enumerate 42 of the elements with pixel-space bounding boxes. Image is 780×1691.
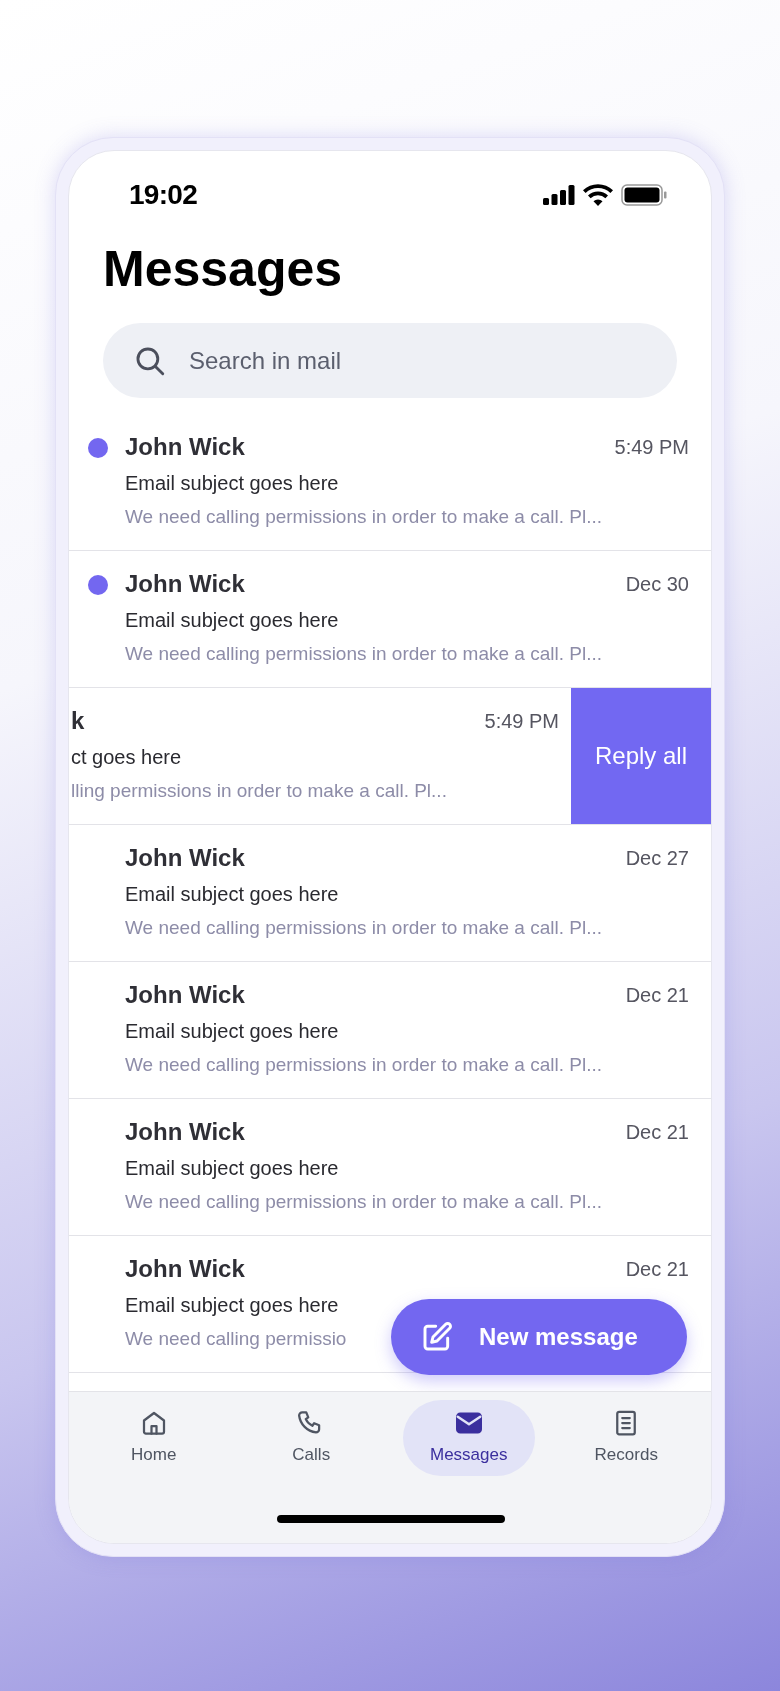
message-preview: We need calling permissio [125,1327,347,1351]
signal-icon [543,185,575,205]
message-subject: Email subject goes here [125,1156,340,1181]
search-field[interactable]: Search in mail [103,323,677,398]
message-time: Dec 21 [625,983,689,1008]
wifi-icon [583,184,613,206]
message-preview: We need calling permissions in order to make a call. Pl... [125,1190,602,1214]
nav-tab[interactable]: Calls [245,1400,378,1476]
status-time: 19:02 [129,178,198,212]
nav-tab[interactable]: Messages [402,1400,535,1476]
message-time: Dec 27 [625,846,689,871]
message-time: 5:49 PM [614,435,689,460]
message-preview: We need calling permissions in order to make a call. Pl... [125,642,602,666]
battery-icon [621,184,667,206]
message-time: Dec 30 [625,572,689,597]
new-message-button[interactable]: New message [391,1299,687,1375]
sender-name: John Wick [125,569,245,599]
search-input[interactable]: Search in mail [189,342,569,379]
message-subject: Email subject goes here [125,882,340,907]
sender-name: John Wick [125,432,245,462]
message-preview: lling permissions in order to make a call. Pl... [71,779,448,803]
message-subject: Email subject goes here [125,1293,340,1318]
page-title: Messages [102,241,344,297]
sender-name: John Wick [125,1117,245,1147]
message-subject: Email subject goes here [125,1019,340,1044]
sender-name: John Wick [125,1254,245,1284]
sender-name: John Wick [125,980,245,1010]
message-time: Dec 21 [625,1257,689,1282]
message-preview: We need calling permissions in order to make a call. Pl... [125,505,602,529]
message-time: Dec 21 [625,1120,689,1145]
message-subject: Email subject goes here [125,608,340,633]
edit-icon [421,1321,453,1353]
sender-name: John Wick [125,843,245,873]
nav-tab[interactable]: Home [87,1400,220,1476]
message-subject: Email subject goes here [125,471,340,496]
message-preview: We need calling permissions in order to make a call. Pl... [125,1053,602,1077]
message-subject: ct goes here [71,745,183,770]
message-time: 5:49 PM [484,709,559,734]
reply-all-button[interactable]: Reply all [571,688,711,824]
message-preview: We need calling permissions in order to make a call. Pl... [125,916,602,940]
sender-name: k [71,706,85,736]
nav-tab[interactable]: Records [560,1400,693,1476]
